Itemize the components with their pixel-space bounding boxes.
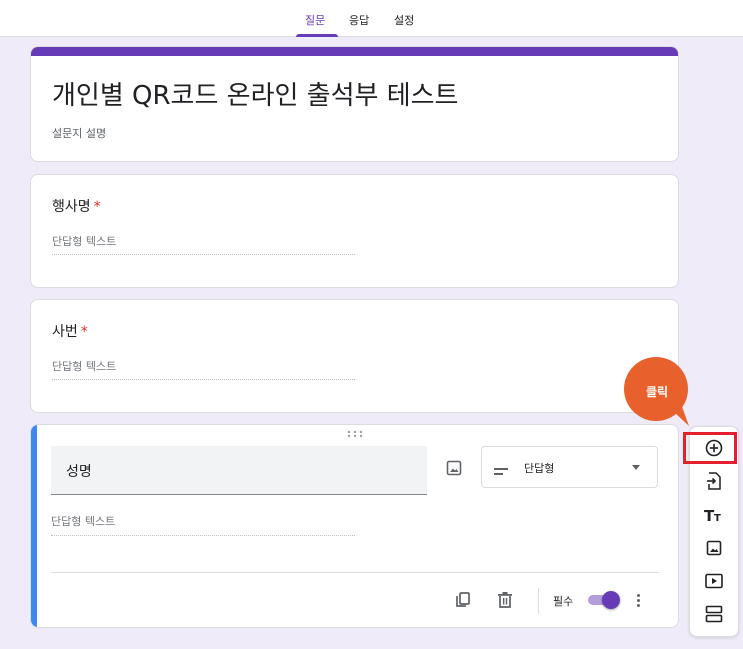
question-card[interactable]: 사번 * 단답형 텍스트 [30,299,679,413]
required-toggle[interactable] [586,591,620,609]
active-question-card[interactable]: 성명 단답형 단답형 텍스트 필수 [30,424,679,628]
tab-responses[interactable]: 응답 [349,12,369,28]
add-title-icon[interactable]: T T [701,503,727,527]
footer-separator [538,588,539,614]
card-divider [51,572,659,573]
delete-icon[interactable] [494,589,516,611]
active-indicator-bar [31,425,37,627]
drag-handle-icon[interactable] [347,430,363,441]
short-answer-placeholder: 단답형 텍스트 [52,358,355,380]
top-tab-bar: 질문 응답 설정 [0,0,743,37]
add-video-icon[interactable] [701,569,727,593]
svg-text:T: T [714,513,721,523]
short-answer-icon [494,462,510,481]
add-image-icon[interactable] [701,536,727,560]
required-asterisk: * [93,199,101,215]
required-label: 필수 [553,595,574,608]
question-title-text: 사번 [52,324,78,340]
required-asterisk: * [80,324,88,340]
short-answer-placeholder: 단답형 텍스트 [52,233,355,255]
question-type-dropdown[interactable]: 단답형 [481,446,658,488]
add-section-icon[interactable] [701,602,727,626]
active-tab-indicator [296,34,338,37]
question-type-label: 단답형 [524,462,555,475]
callout-label: 클릭 [645,385,669,399]
question-title: 행사명 * [52,196,101,216]
question-card[interactable]: 행사명 * 단답형 텍스트 [30,174,679,288]
theme-accent-bar [31,47,678,56]
dropdown-arrow-icon [632,465,640,470]
form-title-card[interactable]: 개인별 QR코드 온라인 출석부 테스트 설문지 설명 [30,46,679,162]
click-callout: 클릭 [623,356,691,426]
toggle-knob [602,591,620,609]
tab-settings[interactable]: 설정 [394,12,414,28]
form-title[interactable]: 개인별 QR코드 온라인 출석부 테스트 [52,75,458,112]
duplicate-icon[interactable] [452,589,474,611]
highlight-box [683,432,737,464]
more-options-icon[interactable] [628,589,648,611]
short-answer-placeholder: 단답형 텍스트 [51,513,355,536]
import-questions-icon[interactable] [701,469,727,493]
add-image-icon[interactable] [443,457,465,479]
form-description[interactable]: 설문지 설명 [52,125,106,141]
question-title: 사번 * [52,321,88,341]
question-title-input[interactable]: 성명 [51,446,427,495]
tab-questions[interactable]: 질문 [305,12,325,28]
question-title-text: 행사명 [52,199,91,215]
